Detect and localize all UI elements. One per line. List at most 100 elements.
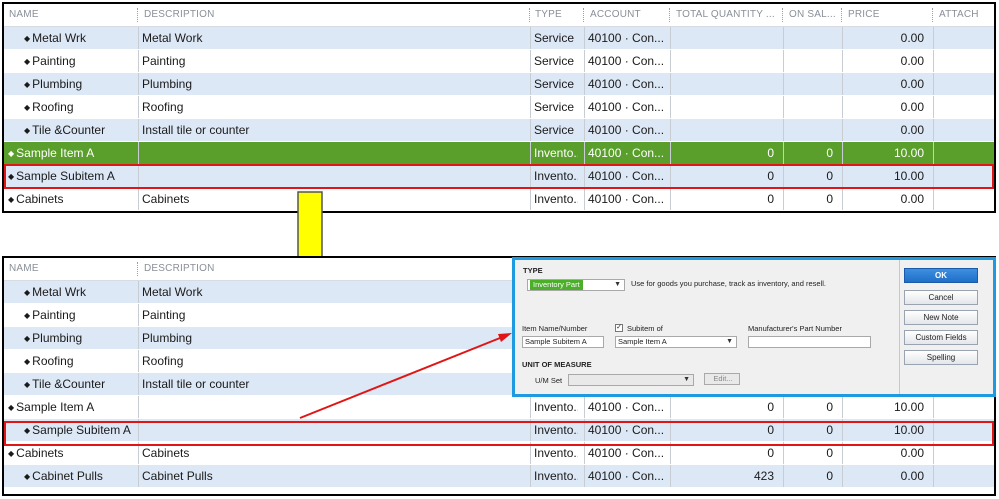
subitem-of-select[interactable]: Sample Item A ▼ bbox=[615, 336, 737, 348]
cell-price: 0.00 bbox=[900, 31, 924, 45]
item-name-text: Tile &Counter bbox=[32, 377, 106, 391]
table-row[interactable]: ◆CabinetsCabinetsInvento...40100 · Con..… bbox=[4, 188, 994, 211]
cell-account: 40100 · Con... bbox=[588, 446, 664, 460]
col-header-description[interactable]: DESCRIPTION bbox=[144, 4, 524, 26]
cell-account: 40100 · Con... bbox=[588, 469, 664, 483]
cell-price: 0.00 bbox=[900, 192, 924, 206]
col-header-price[interactable]: PRICE bbox=[848, 4, 928, 26]
cell-account: 40100 · Con... bbox=[588, 169, 664, 183]
cell-type: Service bbox=[534, 31, 575, 45]
item-name-text: Plumbing bbox=[32, 77, 83, 91]
diamond-icon: ◆ bbox=[24, 34, 31, 43]
diamond-icon: ◆ bbox=[24, 380, 31, 389]
item-name-text: Cabinet Pulls bbox=[32, 469, 103, 483]
cell-qty bbox=[674, 119, 774, 141]
cell-price: 0.00 bbox=[900, 123, 924, 137]
type-section-label: TYPE bbox=[523, 266, 543, 275]
diamond-icon: ◆ bbox=[24, 357, 31, 366]
cell-description bbox=[142, 396, 524, 418]
cell-type: Invento... bbox=[534, 146, 578, 160]
custom-fields-button[interactable]: Custom Fields bbox=[904, 330, 978, 345]
cell-qty: 0 bbox=[767, 192, 774, 206]
cell-account: 40100 · Con... bbox=[588, 423, 664, 437]
cell-on-sales bbox=[787, 50, 833, 72]
table-row[interactable]: ◆Sample Item A Invento... 40100 · Con... 0 0… bbox=[4, 142, 994, 165]
diamond-icon: ◆ bbox=[24, 80, 31, 89]
col-header-account[interactable]: ACCOUNT bbox=[590, 4, 668, 26]
cell-description: Metal Work bbox=[142, 31, 203, 45]
cell-qty bbox=[674, 73, 774, 95]
ok-button[interactable]: OK bbox=[904, 268, 978, 283]
item-name-cell: ◆ Metal Wrk bbox=[8, 27, 148, 49]
diamond-icon: ◆ bbox=[24, 103, 31, 112]
cell-description bbox=[142, 165, 524, 187]
col-header-attach[interactable]: ATTACH bbox=[939, 4, 994, 26]
cell-type: Invento... bbox=[534, 469, 578, 483]
cell-qty: 0 bbox=[767, 169, 774, 183]
table-row[interactable]: ◆ Painting Painting Service 40100 · Con... 0.… bbox=[4, 50, 994, 73]
table-row[interactable]: ◆ Roofing Roofing Service 40100 · Con... 0.00 bbox=[4, 96, 994, 119]
um-set-select[interactable]: ▼ bbox=[568, 374, 694, 386]
cell-type: Service bbox=[534, 77, 575, 91]
type-select[interactable]: Inventory Part ▼ bbox=[527, 279, 625, 291]
chevron-down-icon: ▼ bbox=[683, 376, 690, 383]
col-header-description[interactable]: DESCRIPTION bbox=[144, 258, 504, 280]
item-name-cell: ◆ Plumbing bbox=[8, 73, 148, 95]
item-name-input[interactable]: Sample Subitem A bbox=[522, 336, 604, 348]
new-note-button[interactable]: New Note bbox=[904, 310, 978, 325]
cell-qty: 423 bbox=[753, 469, 774, 483]
cell-price: 0.00 bbox=[900, 446, 924, 460]
item-name-cell: ◆ Sample Subitem A bbox=[8, 419, 148, 441]
item-name-cell: ◆ Roofing bbox=[8, 96, 148, 118]
item-name-text: Sample Item A bbox=[16, 146, 95, 160]
um-edit-button[interactable]: Edit... bbox=[704, 373, 740, 385]
col-header-on-sales[interactable]: ON SAL... bbox=[789, 4, 841, 26]
item-name-text: Roofing bbox=[32, 100, 74, 114]
cell-type: Invento... bbox=[534, 192, 578, 206]
cell-description: Roofing bbox=[142, 100, 184, 114]
cell-description: Painting bbox=[142, 54, 186, 68]
cell-account: 40100 · Con... bbox=[588, 77, 664, 91]
table-row[interactable]: ◆Sample Item A Invento... 40100 · Con... 0 0… bbox=[4, 396, 994, 419]
col-header-type[interactable]: TYPE bbox=[535, 4, 580, 26]
item-name-text: Sample Item A bbox=[16, 400, 95, 414]
cell-description: Install tile or counter bbox=[142, 123, 250, 137]
cell-on-sales bbox=[787, 119, 833, 141]
table-row[interactable]: ◆Cabinet PullsCabinet PullsInvento...401… bbox=[4, 465, 994, 488]
cell-description: Cabinet Pulls bbox=[142, 469, 213, 483]
spelling-button[interactable]: Spelling bbox=[904, 350, 978, 365]
table-row[interactable]: ◆ Plumbing Plumbing Service 40100 · Con... 0.… bbox=[4, 73, 994, 96]
mfr-part-input[interactable] bbox=[748, 336, 871, 348]
item-name-cell: ◆ Sample Subitem A bbox=[8, 165, 132, 187]
cell-description: Metal Work bbox=[142, 285, 203, 299]
col-header-name[interactable]: NAME bbox=[9, 258, 129, 280]
item-name-cell: ◆ Painting bbox=[8, 50, 148, 72]
item-name-cell: ◆ Sample Item A bbox=[8, 396, 132, 418]
cell-type: Service bbox=[534, 54, 575, 68]
cell-qty: 0 bbox=[767, 446, 774, 460]
col-header-total-quantity[interactable]: TOTAL QUANTITY ... bbox=[676, 4, 781, 26]
item-list-body: ◆ Metal Wrk Metal Work Service 40100 · Con..… bbox=[4, 27, 994, 211]
cell-on-sales: 0 bbox=[826, 446, 833, 460]
um-set-label: U/M Set bbox=[535, 376, 563, 385]
item-name-text: Painting bbox=[32, 308, 76, 322]
table-row[interactable]: ◆Sample Subitem A Invento... 40100 · Con..… bbox=[4, 419, 994, 442]
cell-account: 40100 · Con... bbox=[588, 123, 664, 137]
item-name-label: Item Name/Number bbox=[522, 324, 588, 333]
cell-type: Invento... bbox=[534, 169, 578, 183]
cancel-button[interactable]: Cancel bbox=[904, 290, 978, 305]
diamond-icon: ◆ bbox=[8, 172, 15, 181]
cell-account: 40100 · Con... bbox=[588, 146, 664, 160]
cell-type: Invento... bbox=[534, 400, 578, 414]
table-row[interactable]: ◆ Metal Wrk Metal Work Service 40100 · Con..… bbox=[4, 27, 994, 50]
diamond-icon: ◆ bbox=[24, 334, 31, 343]
cell-on-sales: 0 bbox=[826, 146, 833, 160]
cell-qty: 0 bbox=[767, 400, 774, 414]
diamond-icon: ◆ bbox=[24, 311, 31, 320]
item-name-text: Roofing bbox=[32, 354, 74, 368]
table-row[interactable]: ◆CabinetsCabinetsInvento...40100 · Con..… bbox=[4, 442, 994, 465]
table-row[interactable]: ◆ Tile &Counter Install tile or counter Ser… bbox=[4, 119, 994, 142]
col-header-name[interactable]: NAME bbox=[9, 4, 129, 26]
subitem-checkbox[interactable]: ✓ bbox=[615, 324, 623, 332]
table-row[interactable]: ◆Sample Subitem A Invento... 40100 · Con..… bbox=[4, 165, 994, 188]
